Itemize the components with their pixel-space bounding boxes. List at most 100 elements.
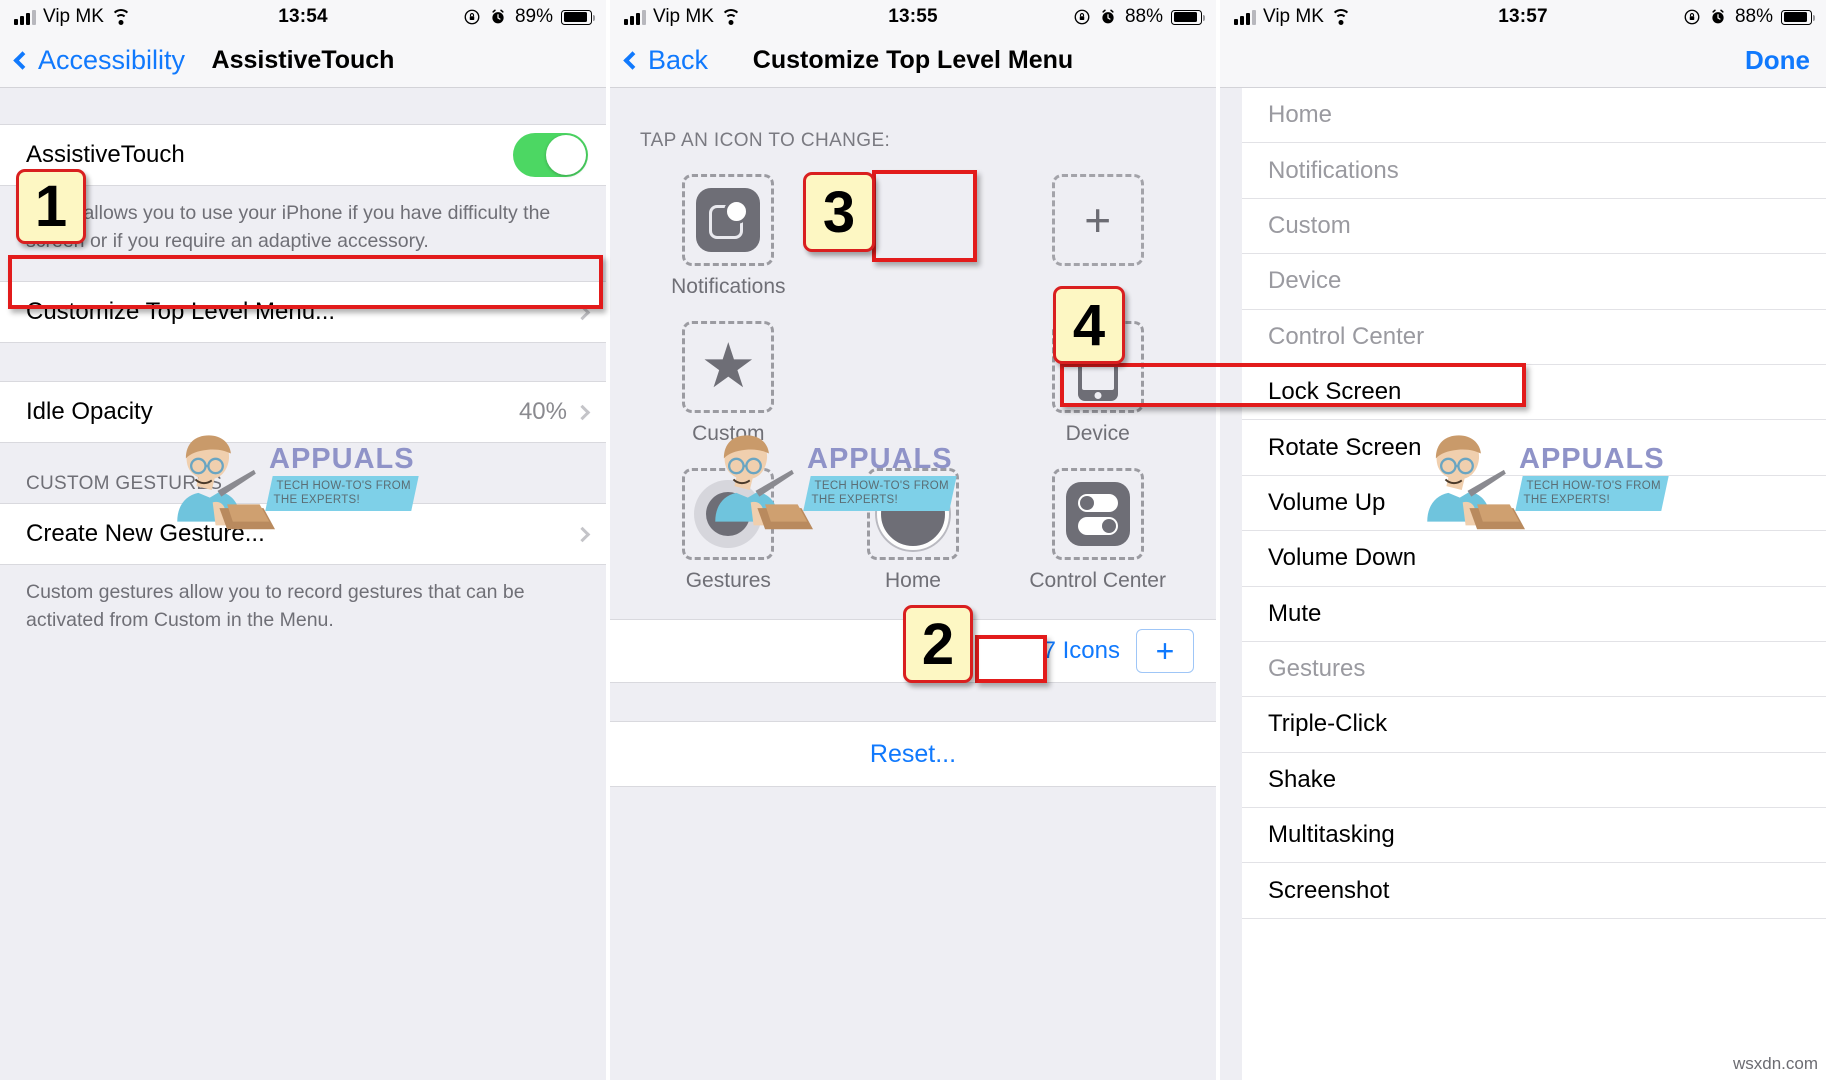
nav-bar: Accessibility AssistiveTouch xyxy=(0,34,606,88)
status-bar: Vip MK 13:55 88% xyxy=(610,0,1216,34)
rotation-lock-icon xyxy=(1074,9,1090,25)
icon-slot[interactable]: ★ xyxy=(682,321,775,414)
list-left-gutter xyxy=(1220,88,1242,1080)
grid-cell-label: Control Center xyxy=(1029,569,1166,593)
list-item-rotate-screen[interactable]: Rotate Screen xyxy=(1242,420,1826,476)
grid-cell-label: Device xyxy=(1065,422,1130,446)
row-label-idle-opacity: Idle Opacity xyxy=(26,398,153,426)
status-right: 88% xyxy=(1683,6,1815,28)
rotation-lock-icon xyxy=(1684,9,1700,25)
step-badge-1: 1 xyxy=(16,169,86,244)
grid-cell-add-slot[interactable]: + xyxy=(1005,174,1190,299)
star-icon: ★ xyxy=(700,332,757,402)
back-button-label: Back xyxy=(648,45,709,75)
grid-cell-label: Home xyxy=(884,569,941,593)
panel-customize-top-level-menu: Vip MK 13:55 88% Back Customize Top Leve… xyxy=(610,0,1216,1080)
alarm-clock-icon xyxy=(1712,9,1724,24)
status-bar: Vip MK 13:57 88% xyxy=(1220,0,1826,34)
step-badge-3: 3 xyxy=(803,172,875,252)
nav-bar: Back Customize Top Level Menu xyxy=(610,34,1216,88)
back-button-label: Accessibility xyxy=(38,45,186,75)
grid-cell-control-center[interactable]: Control Center xyxy=(1005,468,1190,593)
idle-opacity-value: 40% xyxy=(518,398,567,426)
list-item-screenshot[interactable]: Screenshot xyxy=(1242,863,1826,919)
grid-cell-label: Gestures xyxy=(685,569,771,593)
list-item-multitasking[interactable]: Multitasking xyxy=(1242,808,1826,864)
list-item-home[interactable]: Home xyxy=(1242,88,1826,144)
chevron-left-icon xyxy=(623,51,642,70)
icon-slot-empty[interactable]: + xyxy=(1051,174,1144,266)
gestures-icon xyxy=(694,480,763,549)
alarm-clock-icon xyxy=(492,9,504,24)
grid-cell-gestures[interactable]: Gestures xyxy=(636,468,821,593)
row-label-assistivetouch: AssistiveTouch xyxy=(26,141,185,168)
section-header-custom-gestures: CUSTOM GESTURES xyxy=(26,473,223,495)
grid-cell-label: Custom xyxy=(692,422,765,446)
wsxdn-watermark: wsxdn.com xyxy=(1732,1054,1818,1073)
list-item-volume-up[interactable]: Volume Up xyxy=(1242,476,1826,532)
action-option-list: Home Notifications Custom Device Control… xyxy=(1242,88,1826,1080)
list-item-volume-down[interactable]: Volume Down xyxy=(1242,531,1826,587)
nav-bar: Done xyxy=(1220,34,1826,88)
battery-icon xyxy=(1171,9,1205,25)
battery-percent: 88% xyxy=(1734,6,1773,27)
plus-icon: + xyxy=(1084,194,1112,246)
list-item-gestures[interactable]: Gestures xyxy=(1242,642,1826,698)
battery-percent: 88% xyxy=(1124,6,1163,27)
grid-cell-notifications[interactable]: Notifications xyxy=(636,174,821,299)
grid-cell-custom[interactable]: ★ Custom xyxy=(636,321,821,446)
row-idle-opacity[interactable]: Idle Opacity 40% xyxy=(0,381,606,444)
control-center-icon xyxy=(1065,482,1130,547)
tap-an-icon-header: TAP AN ICON TO CHANGE: xyxy=(640,130,891,151)
status-right: 89% xyxy=(463,6,595,28)
panel-assistivetouch-settings: Vip MK 13:54 89% Accessibility Assistive… xyxy=(0,0,606,1080)
grid-cell-blank xyxy=(821,321,1006,446)
step-badge-4: 4 xyxy=(1053,286,1125,364)
row-customize-top-level-menu[interactable]: Customize Top Level Menu... xyxy=(0,281,606,344)
chevron-right-icon xyxy=(574,404,591,421)
status-bar: Vip MK 13:54 89% xyxy=(0,0,606,34)
row-label-customize-menu: Customize Top Level Menu... xyxy=(26,298,336,326)
assistivetouch-description: Touch allows you to use your iPhone if y… xyxy=(26,202,551,252)
reset-button[interactable]: Reset... xyxy=(610,721,1216,788)
assistivetouch-toggle-switch[interactable] xyxy=(513,133,588,177)
custom-gestures-description: Custom gestures allow you to record gest… xyxy=(26,581,525,632)
row-assistivetouch-toggle[interactable]: AssistiveTouch xyxy=(0,124,606,186)
list-item-device[interactable]: Device xyxy=(1242,254,1826,310)
icon-slot[interactable] xyxy=(682,468,775,561)
screenshot-root: Vip MK 13:54 89% Accessibility Assistive… xyxy=(0,0,1826,1080)
list-item-notifications[interactable]: Notifications xyxy=(1242,143,1826,199)
battery-icon xyxy=(1781,9,1815,25)
icons-count-label: 7 Icons xyxy=(1042,637,1120,665)
chevron-right-icon xyxy=(574,304,591,321)
list-item-mute[interactable]: Mute xyxy=(1242,587,1826,642)
grid-cell-label: Notifications xyxy=(671,275,786,298)
rotation-lock-icon xyxy=(464,9,480,25)
list-item-shake[interactable]: Shake xyxy=(1242,753,1826,809)
back-button-accessibility[interactable]: Accessibility xyxy=(13,45,186,76)
list-item-lock-screen[interactable]: Lock Screen xyxy=(1242,365,1826,421)
add-icon-button[interactable]: + xyxy=(1136,629,1194,674)
back-button[interactable]: Back xyxy=(623,45,709,76)
icon-slot[interactable] xyxy=(682,174,775,266)
alarm-clock-icon xyxy=(1102,9,1114,24)
list-item-triple-click[interactable]: Triple-Click xyxy=(1242,697,1826,753)
icon-slot[interactable] xyxy=(866,468,959,561)
icon-slot[interactable] xyxy=(1051,468,1144,561)
row-label-create-gesture: Create New Gesture... xyxy=(26,520,265,548)
battery-icon xyxy=(561,9,595,25)
grid-cell-home[interactable]: Home xyxy=(821,468,1006,593)
panel-menu-action-list: Vip MK 13:57 88% Done Home Notifications… xyxy=(1220,0,1826,1080)
icon-grid: Notifications + ★ Custom Device Gestures… xyxy=(610,174,1216,619)
done-button[interactable]: Done xyxy=(1745,45,1810,76)
step-badge-2: 2 xyxy=(903,605,973,683)
home-icon xyxy=(876,478,949,551)
list-item-custom[interactable]: Custom xyxy=(1242,199,1826,255)
battery-percent: 89% xyxy=(514,6,553,27)
row-create-new-gesture[interactable]: Create New Gesture... xyxy=(0,503,606,566)
status-right: 88% xyxy=(1073,6,1205,28)
list-item-control-center[interactable]: Control Center xyxy=(1242,310,1826,365)
